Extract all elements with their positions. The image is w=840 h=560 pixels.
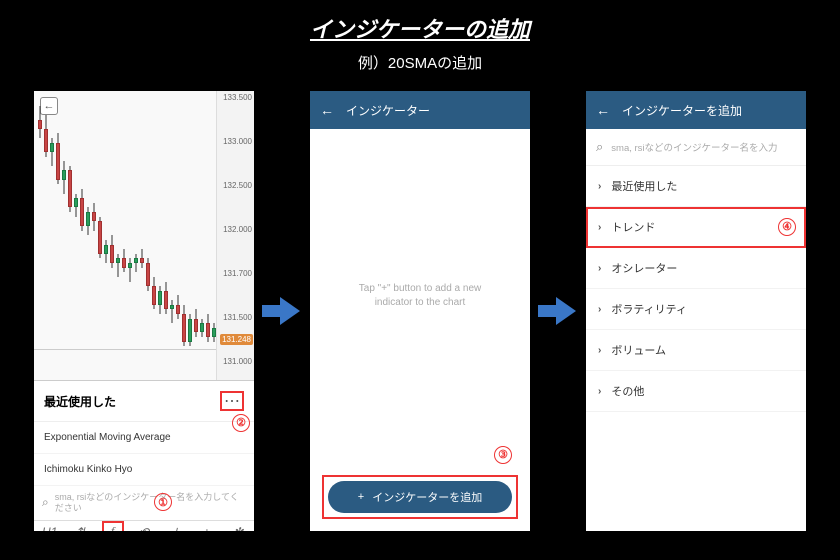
- chevron-right-icon: ›: [598, 263, 601, 274]
- hint-line-1: Tap "+" button to add a new: [359, 282, 481, 296]
- annotation-4: ④: [778, 217, 796, 236]
- phone-3: ← インジケーターを追加 ⌕ sma, rsiなどのインジケーター名を入力 › 最…: [586, 91, 806, 531]
- candle-style-button[interactable]: ⇅: [70, 521, 92, 531]
- chevron-right-icon: ›: [598, 181, 601, 192]
- recent-label: 最近使用した: [44, 393, 116, 410]
- header-title: インジケーターを追加: [622, 102, 742, 119]
- header-title: インジケーター: [346, 102, 430, 119]
- recent-item[interactable]: Ichimoku Kinko Hyo: [34, 454, 254, 486]
- timeframe-button[interactable]: H1: [39, 521, 61, 531]
- header-bar: ← インジケーターを追加: [586, 91, 806, 129]
- phone-1: ← 133.500133.000132.500132.000131.700131…: [34, 91, 254, 531]
- price-axis: 133.500 133.000 132.500 132.000 131.700 131.5…: [216, 91, 254, 380]
- category-row[interactable]: › ボリューム: [586, 330, 806, 371]
- chevron-right-icon: ›: [598, 222, 601, 233]
- hint-line-2: indicator to the chart: [375, 296, 466, 310]
- current-price-badge: 131.248: [220, 334, 253, 345]
- category-row[interactable]: › その他: [586, 371, 806, 412]
- search-row[interactable]: ⌕ sma, rsiなどのインジケーター名を入力: [586, 129, 806, 166]
- search-row[interactable]: ⌕ sma, rsiなどのインジケーター名を入力してください: [34, 486, 254, 520]
- crosshair-button[interactable]: ⊹: [164, 521, 186, 531]
- category-row[interactable]: › 最近使用した: [586, 166, 806, 207]
- price-tick: 132.500: [223, 181, 252, 190]
- stage: ← 133.500 133.000 132.500 132.000 131.700 131…: [0, 91, 840, 531]
- bottom-toolbar: H1 ⇅ f ⟲ ⊹ + ✻: [34, 520, 254, 531]
- category-label: トレンド: [611, 219, 655, 235]
- recent-item[interactable]: Exponential Moving Average: [34, 422, 254, 454]
- add-button[interactable]: +: [196, 521, 218, 531]
- back-icon[interactable]: ←: [320, 102, 334, 118]
- chevron-right-icon: ›: [598, 304, 601, 315]
- category-label: ボラティリティ: [611, 301, 687, 317]
- price-tick: 131.000: [223, 357, 252, 366]
- price-tick: 131.500: [223, 313, 252, 322]
- plus-icon: +: [358, 491, 364, 503]
- phone-2: ← インジケーター Tap "+" button to add a new in…: [310, 91, 530, 531]
- price-tick: 131.700: [223, 269, 252, 278]
- category-label: ボリューム: [611, 342, 666, 358]
- category-row[interactable]: › オシレーター: [586, 248, 806, 289]
- more-button[interactable]: ⋯: [220, 391, 244, 411]
- price-tick: 132.000: [223, 225, 252, 234]
- category-row[interactable]: › トレンド ④: [586, 207, 806, 248]
- chevron-right-icon: ›: [598, 345, 601, 356]
- search-placeholder: sma, rsiなどのインジケーター名を入力してください: [55, 492, 246, 514]
- arrow-icon: [538, 291, 578, 331]
- category-row[interactable]: › ボラティリティ: [586, 289, 806, 330]
- add-indicator-label: インジケーターを追加: [372, 489, 482, 505]
- price-tick: 133.000: [223, 137, 252, 146]
- settings-button[interactable]: ✻: [227, 521, 249, 531]
- layers-button[interactable]: ⟲: [133, 521, 155, 531]
- search-icon: ⌕: [42, 495, 49, 510]
- chevron-right-icon: ›: [598, 386, 601, 397]
- add-indicator-highlight: + インジケーターを追加: [322, 475, 518, 519]
- recent-header: 最近使用した ⋯ ②: [34, 381, 254, 422]
- chart-area[interactable]: ← 133.500133.000132.500132.000131.700131…: [34, 91, 254, 381]
- back-icon[interactable]: ←: [596, 102, 610, 118]
- page-subtitle: 例）20SMAの追加: [0, 52, 840, 73]
- indicator-function-button[interactable]: f: [102, 521, 124, 531]
- category-label: 最近使用した: [611, 178, 677, 194]
- add-indicator-button[interactable]: + インジケーターを追加: [328, 481, 512, 513]
- recent-items: Exponential Moving AverageIchimoku Kinko…: [34, 422, 254, 486]
- header-bar: ← インジケーター: [310, 91, 530, 129]
- arrow-icon: [262, 291, 302, 331]
- category-label: その他: [611, 383, 644, 399]
- search-placeholder: sma, rsiなどのインジケーター名を入力: [611, 140, 777, 154]
- price-tick: 133.500: [223, 93, 252, 102]
- empty-hint: Tap "+" button to add a new indicator to…: [310, 129, 530, 463]
- page-title: インジケーターの追加: [0, 0, 840, 44]
- footer: + インジケーターを追加: [310, 463, 530, 531]
- gridline: [34, 349, 216, 350]
- category-label: オシレーター: [611, 260, 677, 276]
- candlestick-series: [38, 101, 214, 350]
- search-icon: ⌕: [596, 139, 603, 155]
- category-list: › 最近使用した › トレンド ④ › オシレーター › ボラティリティ › ボリューム › その他: [586, 166, 806, 531]
